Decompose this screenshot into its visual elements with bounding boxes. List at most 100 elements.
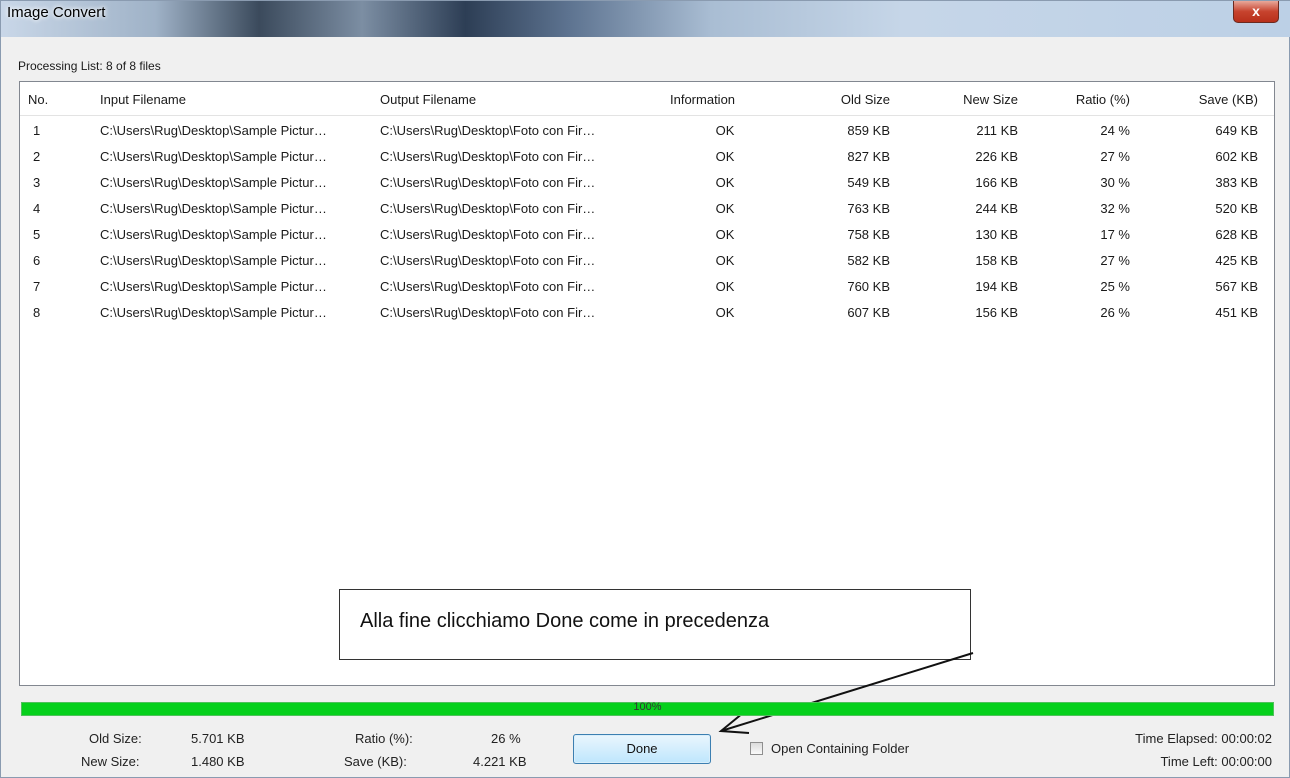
cell-input-filename: C:\Users\Rug\Desktop\Sample Pictur… — [100, 175, 327, 190]
cell-information: OK — [715, 227, 735, 242]
table-row[interactable]: 2 C:\Users\Rug\Desktop\Sample Pictur… C:\U… — [20, 144, 1274, 170]
window-title: Image Convert — [7, 4, 106, 21]
new-size-value: 1.480 KB — [191, 754, 245, 769]
time-elapsed: Time Elapsed: 00:00:02 — [1135, 731, 1272, 746]
old-size-label: Old Size: — [89, 731, 142, 746]
cell-ratio: 32 % — [1100, 201, 1130, 216]
column-header-old-size[interactable]: Old Size — [780, 92, 890, 107]
save-value: 4.221 KB — [473, 754, 527, 769]
ratio-value: 26 % — [491, 731, 521, 746]
cell-old-size: 760 KB — [847, 279, 890, 294]
cell-output-filename: C:\Users\Rug\Desktop\Foto con Fir… — [380, 175, 596, 190]
table-row[interactable]: 3 C:\Users\Rug\Desktop\Sample Pictur… C:\U… — [20, 170, 1274, 196]
cell-input-filename: C:\Users\Rug\Desktop\Sample Pictur… — [100, 123, 327, 138]
cell-old-size: 758 KB — [847, 227, 890, 242]
cell-save: 628 KB — [1215, 227, 1258, 242]
table-row[interactable]: 5 C:\Users\Rug\Desktop\Sample Pictur… C:\U… — [20, 222, 1274, 248]
close-icon: x — [1252, 3, 1260, 19]
cell-save: 383 KB — [1215, 175, 1258, 190]
cell-information: OK — [715, 305, 735, 320]
progress-label: 100% — [633, 701, 662, 713]
column-header-input[interactable]: Input Filename — [100, 92, 380, 107]
cell-output-filename: C:\Users\Rug\Desktop\Foto con Fir… — [380, 305, 596, 320]
cell-information: OK — [715, 201, 735, 216]
ratio-label: Ratio (%): — [355, 731, 413, 746]
annotation-arrow — [718, 652, 974, 734]
column-header-new-size[interactable]: New Size — [900, 92, 1018, 107]
cell-output-filename: C:\Users\Rug\Desktop\Foto con Fir… — [380, 123, 596, 138]
cell-no: 3 — [33, 175, 41, 190]
cell-save: 567 KB — [1215, 279, 1258, 294]
cell-output-filename: C:\Users\Rug\Desktop\Foto con Fir… — [380, 253, 596, 268]
close-button[interactable]: x — [1233, 1, 1279, 23]
cell-ratio: 17 % — [1100, 227, 1130, 242]
open-folder-label[interactable]: Open Containing Folder — [771, 741, 909, 756]
cell-no: 4 — [33, 201, 41, 216]
cell-information: OK — [715, 149, 735, 164]
cell-save: 451 KB — [1215, 305, 1258, 320]
cell-no: 2 — [33, 149, 41, 164]
table-row[interactable]: 7 C:\Users\Rug\Desktop\Sample Pictur… C:\U… — [20, 274, 1274, 300]
cell-old-size: 827 KB — [847, 149, 890, 164]
cell-new-size: 130 KB — [975, 227, 1018, 242]
cell-information: OK — [715, 253, 735, 268]
cell-new-size: 244 KB — [975, 201, 1018, 216]
cell-save: 602 KB — [1215, 149, 1258, 164]
cell-input-filename: C:\Users\Rug\Desktop\Sample Pictur… — [100, 305, 327, 320]
done-button[interactable]: Done — [573, 734, 711, 764]
cell-new-size: 226 KB — [975, 149, 1018, 164]
cell-ratio: 27 % — [1100, 149, 1130, 164]
image-convert-window: Image Convert x Processing List: 8 of 8 … — [0, 0, 1290, 778]
progress-bar: 100% — [21, 701, 1274, 716]
column-header-information[interactable]: Information — [670, 92, 780, 107]
cell-no: 8 — [33, 305, 41, 320]
cell-old-size: 763 KB — [847, 201, 890, 216]
cell-input-filename: C:\Users\Rug\Desktop\Sample Pictur… — [100, 279, 327, 294]
cell-new-size: 156 KB — [975, 305, 1018, 320]
cell-no: 5 — [33, 227, 41, 242]
cell-output-filename: C:\Users\Rug\Desktop\Foto con Fir… — [380, 149, 596, 164]
table-row[interactable]: 4 C:\Users\Rug\Desktop\Sample Pictur… C:\U… — [20, 196, 1274, 222]
cell-input-filename: C:\Users\Rug\Desktop\Sample Pictur… — [100, 253, 327, 268]
old-size-value: 5.701 KB — [191, 731, 245, 746]
cell-information: OK — [715, 175, 735, 190]
cell-input-filename: C:\Users\Rug\Desktop\Sample Pictur… — [100, 227, 327, 242]
table-row[interactable]: 8 C:\Users\Rug\Desktop\Sample Pictur… C:\U… — [20, 300, 1274, 326]
table-row[interactable]: 6 C:\Users\Rug\Desktop\Sample Pictur… C:\U… — [20, 248, 1274, 274]
save-label: Save (KB): — [344, 754, 407, 769]
cell-old-size: 549 KB — [847, 175, 890, 190]
processing-list-status: Processing List: 8 of 8 files — [18, 59, 161, 73]
cell-old-size: 607 KB — [847, 305, 890, 320]
column-header-save[interactable]: Save (KB) — [1140, 92, 1258, 107]
cell-new-size: 158 KB — [975, 253, 1018, 268]
cell-input-filename: C:\Users\Rug\Desktop\Sample Pictur… — [100, 149, 327, 164]
cell-no: 1 — [33, 123, 41, 138]
cell-new-size: 211 KB — [976, 123, 1018, 138]
time-left: Time Left: 00:00:00 — [1160, 754, 1272, 769]
cell-ratio: 25 % — [1100, 279, 1130, 294]
cell-ratio: 24 % — [1100, 123, 1130, 138]
cell-save: 520 KB — [1215, 201, 1258, 216]
column-header-output[interactable]: Output Filename — [380, 92, 665, 107]
cell-output-filename: C:\Users\Rug\Desktop\Foto con Fir… — [380, 279, 596, 294]
cell-ratio: 27 % — [1100, 253, 1130, 268]
cell-ratio: 30 % — [1100, 175, 1130, 190]
cell-output-filename: C:\Users\Rug\Desktop\Foto con Fir… — [380, 201, 596, 216]
cell-ratio: 26 % — [1100, 305, 1130, 320]
column-header-ratio[interactable]: Ratio (%) — [1030, 92, 1130, 107]
cell-old-size: 859 KB — [847, 123, 890, 138]
open-folder-checkbox[interactable] — [750, 742, 763, 755]
cell-new-size: 194 KB — [975, 279, 1018, 294]
table-row[interactable]: 1 C:\Users\Rug\Desktop\Sample Pictur… C:\U… — [20, 118, 1274, 144]
title-bar[interactable]: Image Convert x — [1, 1, 1290, 37]
column-header-no[interactable]: No. — [28, 92, 78, 107]
cell-new-size: 166 KB — [975, 175, 1018, 190]
cell-input-filename: C:\Users\Rug\Desktop\Sample Pictur… — [100, 201, 327, 216]
cell-no: 7 — [33, 279, 41, 294]
cell-information: OK — [715, 279, 735, 294]
cell-save: 649 KB — [1215, 123, 1258, 138]
list-header: No. Input Filename Output Filename Infor… — [20, 82, 1274, 116]
cell-save: 425 KB — [1215, 253, 1258, 268]
cell-output-filename: C:\Users\Rug\Desktop\Foto con Fir… — [380, 227, 596, 242]
new-size-label: New Size: — [81, 754, 140, 769]
